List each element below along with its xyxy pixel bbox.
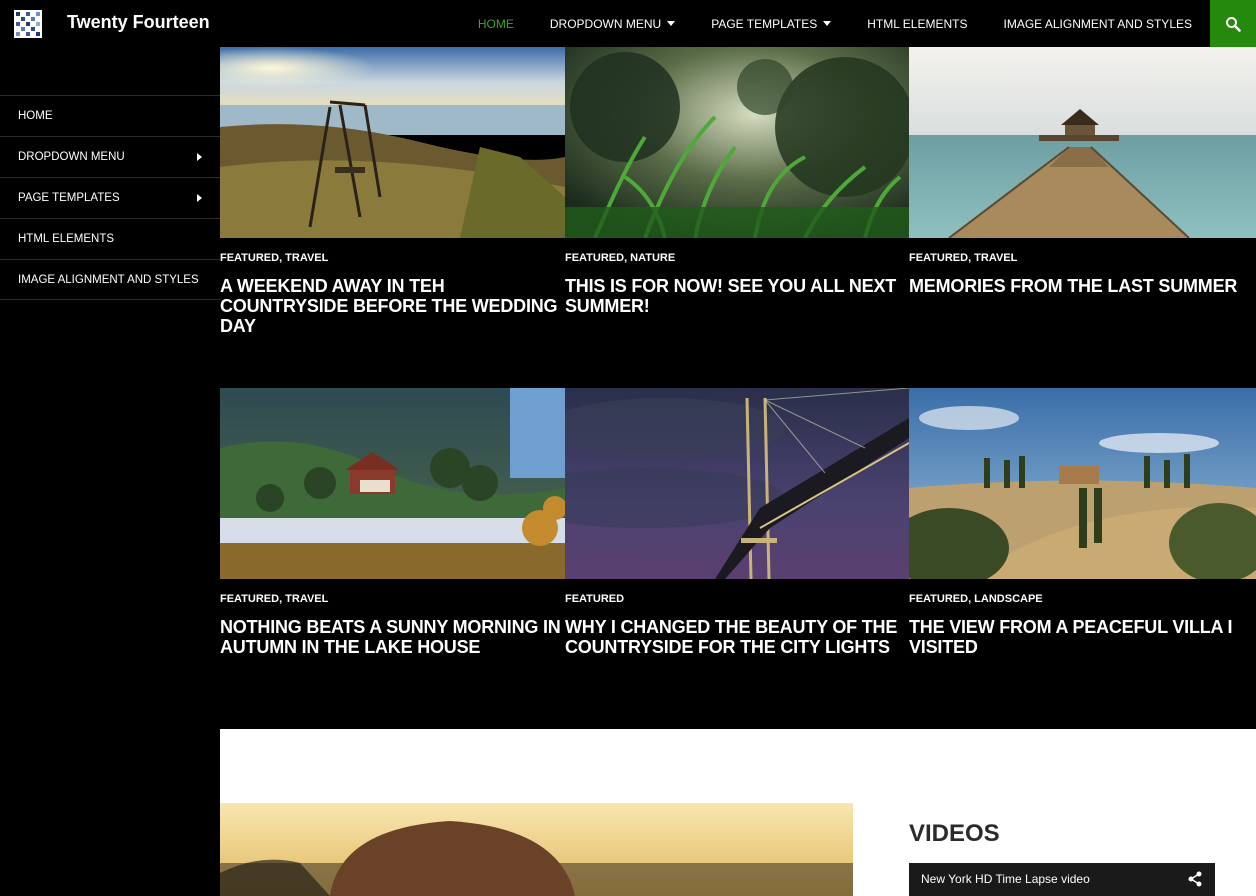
sidebar-navigation: HOME DROPDOWN MENU PAGE TEMPLATES HTML E… xyxy=(0,95,220,300)
topnav-label: PAGE TEMPLATES xyxy=(711,16,818,31)
post-thumbnail-grass[interactable] xyxy=(565,47,909,238)
sidebar-item-html-elements[interactable]: HTML ELEMENTS xyxy=(0,218,220,259)
sidebar-item-label: HTML ELEMENTS xyxy=(18,233,115,245)
sidebar-item-label: HOME xyxy=(18,110,53,122)
post-thumbnail-tuscany-villa[interactable] xyxy=(909,388,1256,579)
primary-navigation: HOME DROPDOWN MENU PAGE TEMPLATES HTML E… xyxy=(460,0,1210,47)
topnav-item-home[interactable]: HOME xyxy=(460,0,532,47)
featured-post: FEATURED, NATURE THIS IS FOR NOW! SEE YO… xyxy=(565,47,909,316)
post-title[interactable]: THE VIEW FROM A PEACEFUL VILLA I VISITED xyxy=(909,617,1256,657)
post-title[interactable]: A WEEKEND AWAY IN TEH COUNTRYSIDE BEFORE… xyxy=(220,276,565,336)
featured-post: FEATURED, LANDSCAPE THE VIEW FROM A PEAC… xyxy=(909,388,1256,657)
sidebar-item-page-templates[interactable]: PAGE TEMPLATES xyxy=(0,177,220,218)
topnav-label: IMAGE ALIGNMENT AND STYLES xyxy=(1003,16,1193,31)
featured-post: FEATURED, TRAVEL MEMORIES FROM THE LAST … xyxy=(909,47,1256,296)
featured-post: FEATURED, TRAVEL A WEEKEND AWAY IN TEH C… xyxy=(220,47,565,336)
topnav-label: HTML ELEMENTS xyxy=(867,16,968,31)
sidebar-item-label: IMAGE ALIGNMENT AND STYLES xyxy=(18,273,199,286)
video-embed[interactable]: New York HD Time Lapse video xyxy=(909,863,1215,896)
chevron-right-icon xyxy=(197,153,202,161)
topnav-item-image-alignment[interactable]: IMAGE ALIGNMENT AND STYLES xyxy=(986,0,1211,47)
site-title[interactable]: Twenty Fourteen xyxy=(67,12,210,33)
share-icon[interactable] xyxy=(1187,871,1203,887)
post-title[interactable]: WHY I CHANGED THE BEAUTY OF THE COUNTRYS… xyxy=(565,617,909,657)
topnav-item-page-templates[interactable]: PAGE TEMPLATES xyxy=(693,0,849,47)
post-thumbnail-lake-house[interactable] xyxy=(220,388,565,579)
sidebar-item-dropdown-menu[interactable]: DROPDOWN MENU xyxy=(0,136,220,177)
post-title[interactable]: NOTHING BEATS A SUNNY MORNING IN AUTUMN … xyxy=(220,617,565,657)
sidebar-item-label: DROPDOWN MENU xyxy=(18,151,125,163)
post-categories[interactable]: FEATURED, NATURE xyxy=(565,252,909,264)
widget-title-videos: VIDEOS xyxy=(909,820,1000,847)
post-title[interactable]: MEMORIES FROM THE LAST SUMMER xyxy=(909,276,1256,296)
site-logo-icon[interactable] xyxy=(14,10,42,38)
post-categories[interactable]: FEATURED, TRAVEL xyxy=(220,252,565,264)
post-categories[interactable]: FEATURED xyxy=(565,593,909,605)
topnav-label: DROPDOWN MENU xyxy=(549,16,662,31)
post-thumbnail-swing-sunset[interactable] xyxy=(220,47,565,238)
post-title[interactable]: THIS IS FOR NOW! SEE YOU ALL NEXT SUMMER… xyxy=(565,276,909,316)
topnav-label: HOME xyxy=(477,16,514,31)
sidebar-item-home[interactable]: HOME xyxy=(0,95,220,136)
caret-down-icon xyxy=(667,21,676,26)
sidebar-item-label: PAGE TEMPLATES xyxy=(18,192,120,204)
post-categories[interactable]: FEATURED, TRAVEL xyxy=(909,252,1256,264)
post-categories[interactable]: FEATURED, TRAVEL xyxy=(220,593,565,605)
caret-down-icon xyxy=(823,21,832,26)
featured-post: FEATURED, TRAVEL NOTHING BEATS A SUNNY M… xyxy=(220,388,565,657)
post-featured-image-girl-sunset[interactable] xyxy=(220,803,853,896)
video-title[interactable]: New York HD Time Lapse video xyxy=(921,872,1090,886)
site-header: Twenty Fourteen HOME DROPDOWN MENU PAGE … xyxy=(0,0,1256,47)
chevron-right-icon xyxy=(197,194,202,202)
topnav-item-dropdown-menu[interactable]: DROPDOWN MENU xyxy=(532,0,693,47)
search-toggle-button[interactable] xyxy=(1210,0,1256,47)
featured-post: FEATURED WHY I CHANGED THE BEAUTY OF THE… xyxy=(565,388,909,657)
post-categories[interactable]: FEATURED, LANDSCAPE xyxy=(909,593,1256,605)
sidebar-item-image-alignment[interactable]: IMAGE ALIGNMENT AND STYLES xyxy=(0,259,220,300)
post-thumbnail-bridge-night[interactable] xyxy=(565,388,909,579)
post-thumbnail-pier[interactable] xyxy=(909,47,1256,238)
topnav-item-html-elements[interactable]: HTML ELEMENTS xyxy=(849,0,985,47)
search-icon xyxy=(1226,16,1241,32)
